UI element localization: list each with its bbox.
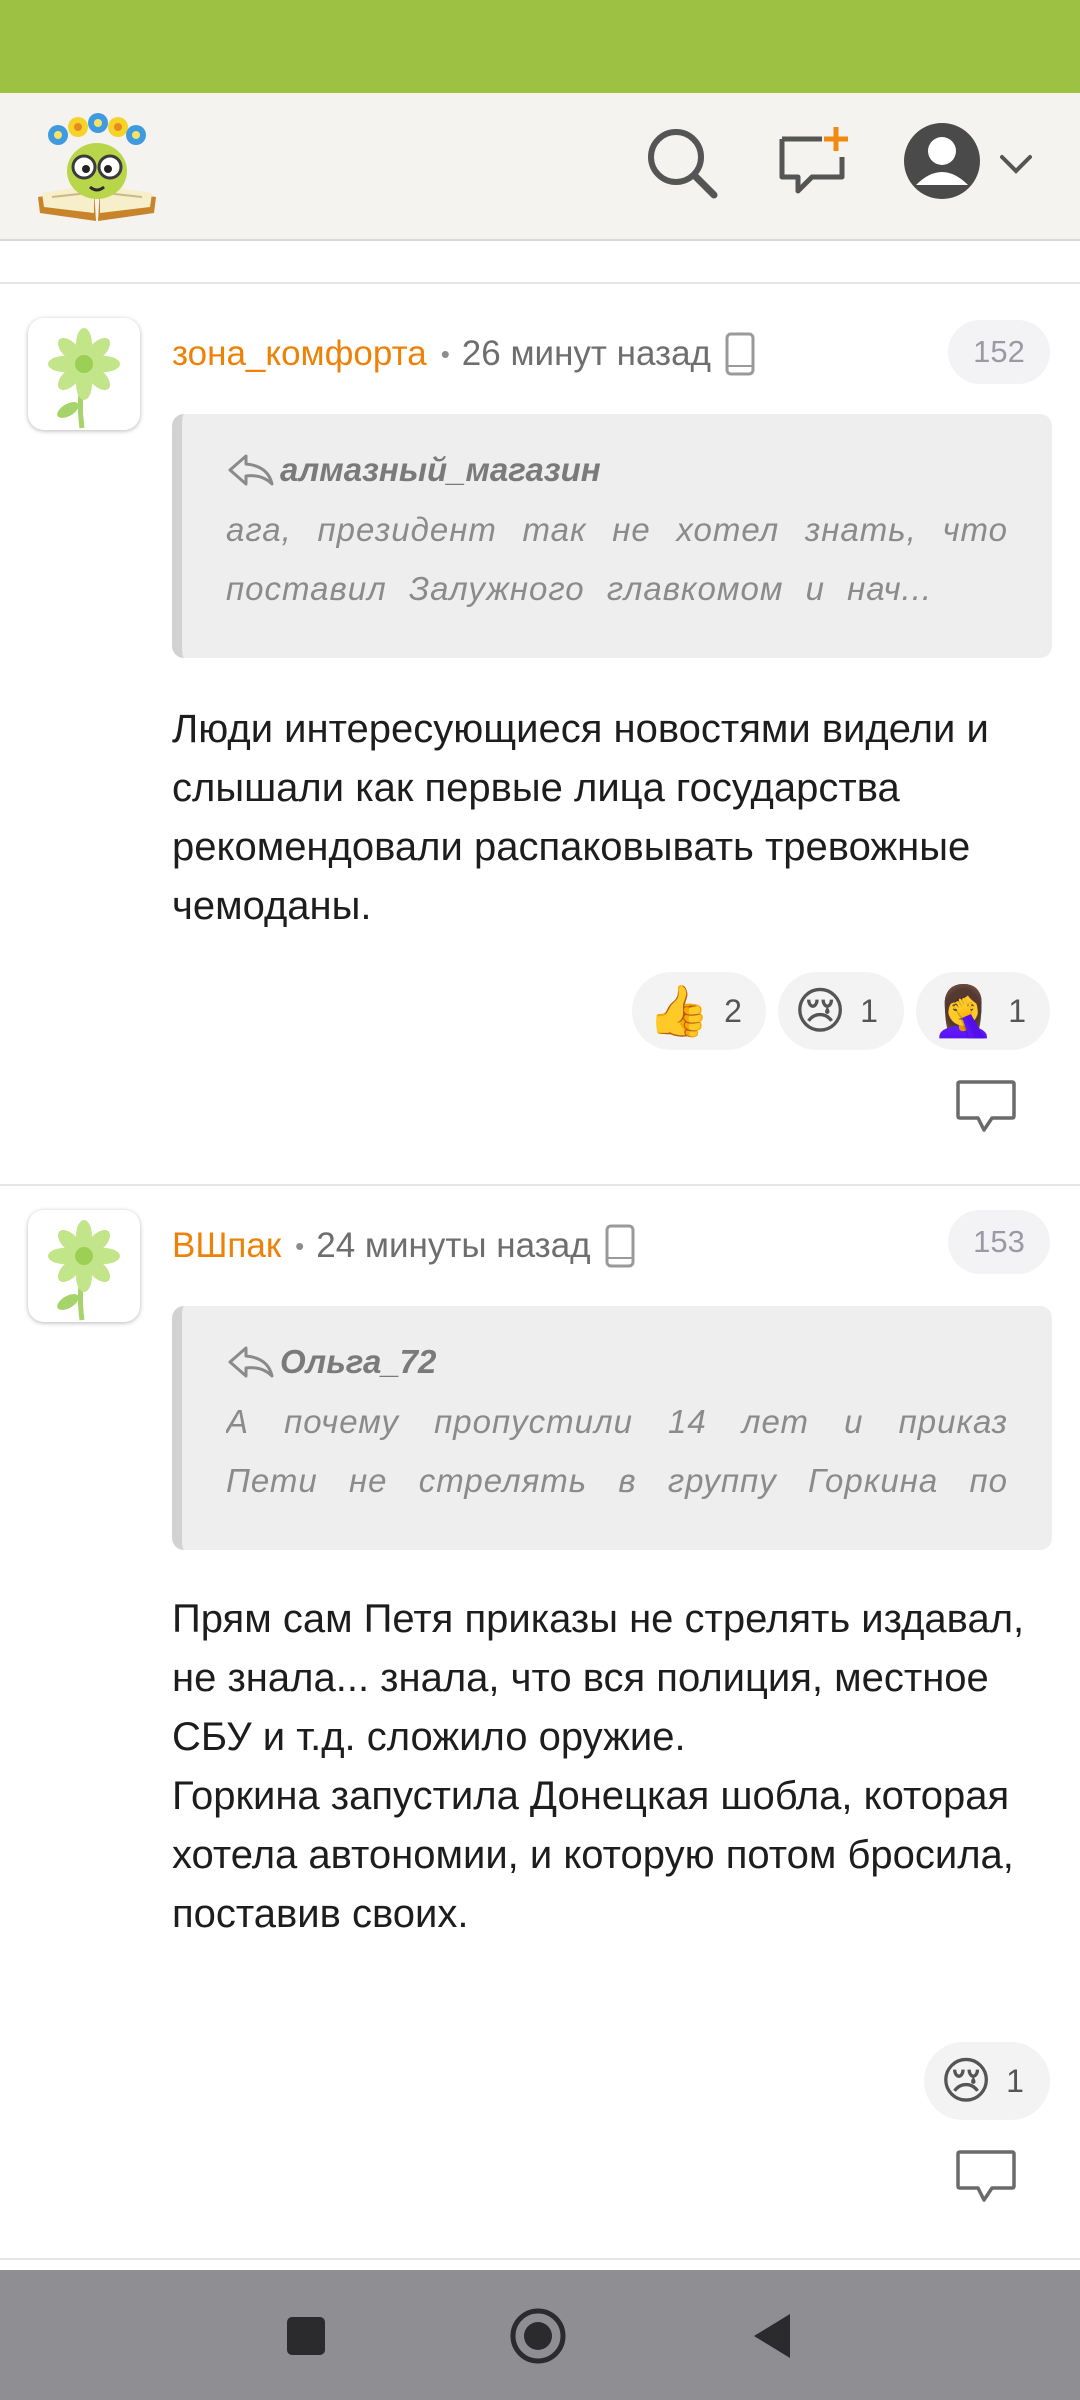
new-message-plus-icon[interactable]: [774, 123, 854, 203]
mobile-phone-icon: [605, 1224, 635, 1268]
quote-author: алмазный_магазин: [280, 451, 601, 488]
top-app-bar: [0, 93, 1080, 241]
flower-avatar-icon: [48, 328, 120, 429]
flower-avatar-icon: [48, 1220, 120, 1321]
back-button[interactable]: [744, 2306, 804, 2366]
reaction-crying[interactable]: 😢 1: [924, 2042, 1050, 2120]
avatar[interactable]: [28, 318, 140, 430]
recent-apps-button[interactable]: [276, 2306, 336, 2366]
status-bar: [0, 0, 1080, 93]
back-triangle-icon: [754, 2314, 790, 2358]
chevron-down-icon: [1000, 155, 1032, 174]
separator-dot: •: [440, 338, 450, 369]
comment-number[interactable]: 152: [948, 320, 1050, 384]
reply-comment-icon[interactable]: [954, 1078, 1018, 1136]
crying-face-icon: 😢: [793, 982, 847, 1040]
comment-text: Прям сам Петя приказы не стрелять издава…: [172, 1597, 1025, 1936]
comment-time[interactable]: 26 минут назад: [462, 334, 711, 374]
reaction-count: 1: [1006, 2062, 1024, 2099]
divider: [0, 2258, 1080, 2260]
reaction-thumbs-up[interactable]: 👍 2: [631, 972, 766, 1050]
reactions-bar: 😢 1: [924, 2042, 1050, 2120]
mobile-phone-icon: [725, 332, 755, 376]
reaction-count: 1: [1008, 992, 1026, 1029]
search-icon[interactable]: [642, 123, 722, 203]
reaction-facepalm[interactable]: 🤦‍♀️ 1: [915, 972, 1050, 1050]
facepalm-icon: 🤦‍♀️: [931, 982, 995, 1040]
quote-block[interactable]: Ольга_72 А почему пропустили 14 лет и пр…: [172, 1306, 1052, 1550]
comment-header: зона_комфорта • 26 минут назад: [172, 324, 755, 384]
reply-arrow-icon: [228, 1346, 274, 1378]
quote-block[interactable]: алмазный_магазин ага, президент так не х…: [172, 414, 1052, 658]
crying-face-icon: 😢: [940, 2052, 993, 2110]
reading-flower-logo[interactable]: [34, 109, 160, 225]
comment-text: Люди интересующиеся новостями видели и с…: [172, 707, 989, 928]
user-avatar-icon: [904, 123, 980, 199]
reaction-count: 2: [724, 992, 742, 1029]
quote-author: Ольга_72: [280, 1343, 437, 1380]
author-name[interactable]: зона_комфорта: [172, 334, 427, 374]
separator-dot: •: [295, 1230, 305, 1261]
comment-header: ВШпак • 24 минуты назад: [172, 1216, 635, 1276]
reaction-count: 1: [860, 992, 878, 1029]
thumbs-up-icon: 👍: [647, 982, 711, 1040]
comment-number[interactable]: 153: [948, 1210, 1050, 1274]
reaction-crying[interactable]: 😢 1: [777, 972, 904, 1050]
reply-arrow-icon: [228, 454, 274, 486]
system-navigation-bar: [0, 2270, 1080, 2400]
profile-menu-button[interactable]: [900, 119, 1070, 211]
divider: [0, 1184, 1080, 1186]
divider: [0, 282, 1080, 284]
quote-text: А почему пропустили 14 лет и приказ Пети…: [226, 1403, 1008, 1499]
home-button[interactable]: [508, 2306, 568, 2366]
author-name[interactable]: ВШпак: [172, 1226, 281, 1266]
avatar[interactable]: [28, 1210, 140, 1322]
square-icon: [287, 2317, 325, 2355]
quote-text: ага, президент так не хотел знать, что п…: [226, 511, 1008, 607]
reactions-bar: 👍 2 😢 1 🤦‍♀️ 1: [631, 972, 1050, 1050]
reply-comment-icon[interactable]: [954, 2148, 1018, 2206]
home-circle-icon: [510, 2308, 566, 2364]
comment-time[interactable]: 24 минуты назад: [316, 1226, 590, 1266]
